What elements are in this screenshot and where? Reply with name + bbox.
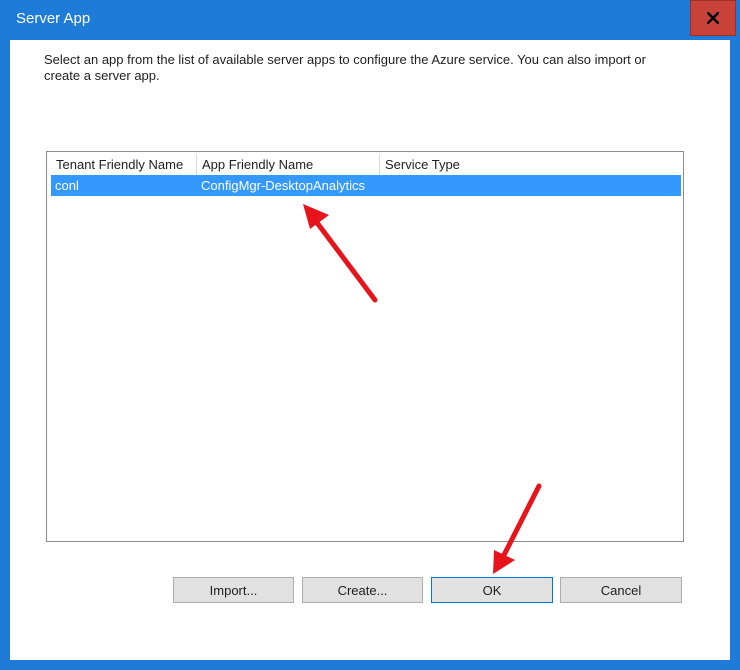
import-button[interactable]: Import... (173, 577, 294, 603)
server-app-list[interactable]: Tenant Friendly Name App Friendly Name S… (46, 151, 684, 542)
table-row[interactable]: conl ConfigMgr-DesktopAnalytics (51, 175, 681, 196)
cell-tenant-friendly-name: conl (55, 178, 79, 193)
column-header-tenant-friendly-name[interactable]: Tenant Friendly Name (51, 154, 197, 175)
column-header-app-friendly-name[interactable]: App Friendly Name (197, 154, 380, 175)
list-header: Tenant Friendly Name App Friendly Name S… (51, 154, 681, 175)
ok-button[interactable]: OK (431, 577, 553, 603)
cell-service-type (380, 175, 384, 196)
close-icon (707, 12, 719, 24)
cell-app-friendly-name: ConfigMgr-DesktopAnalytics (201, 178, 366, 193)
title-bar[interactable]: Server App (0, 0, 740, 40)
column-header-service-type[interactable]: Service Type (380, 154, 681, 175)
dialog-body: Select an app from the list of available… (10, 40, 730, 660)
close-button[interactable] (690, 0, 736, 36)
window-title: Server App (16, 10, 91, 27)
server-app-dialog: Server App Select an app from the list o… (0, 0, 740, 670)
cancel-button[interactable]: Cancel (560, 577, 682, 603)
create-button[interactable]: Create... (302, 577, 423, 603)
instructions-text: Select an app from the list of available… (44, 52, 646, 83)
